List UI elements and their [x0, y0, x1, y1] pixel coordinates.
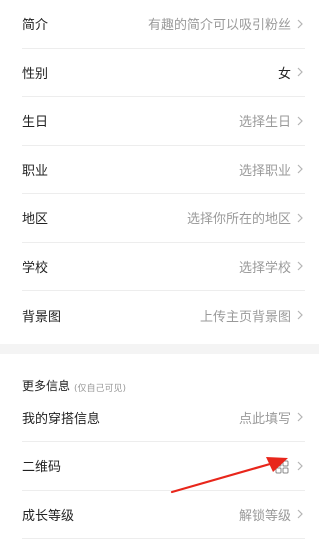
row-background-value: 上传主页背景图 — [200, 306, 291, 325]
row-intro-value: 有趣的简介可以吸引粉丝 — [148, 14, 291, 33]
row-school-value: 选择学校 — [239, 257, 291, 276]
row-background-label: 背景图 — [22, 306, 61, 325]
row-birthday-value: 选择生日 — [239, 111, 291, 130]
row-growth-level-label: 成长等级 — [22, 505, 74, 524]
chevron-right-icon — [295, 212, 305, 224]
row-birthday-label: 生日 — [22, 111, 48, 130]
chevron-right-icon — [295, 309, 305, 321]
qr-code-icon — [275, 459, 289, 473]
row-background[interactable]: 背景图 上传主页背景图 — [22, 291, 305, 340]
row-outfit[interactable]: 我的穿搭信息 点此填写 — [22, 394, 305, 443]
row-occupation[interactable]: 职业 选择职业 — [22, 146, 305, 195]
chevron-right-icon — [295, 260, 305, 272]
row-qrcode[interactable]: 二维码 — [22, 442, 305, 491]
row-birthday[interactable]: 生日 选择生日 — [22, 97, 305, 146]
more-info-header: 更多信息 (仅自己可见) — [22, 354, 305, 394]
row-qrcode-label: 二维码 — [22, 456, 61, 475]
row-gender[interactable]: 性别 女 — [22, 49, 305, 98]
more-info-subtitle: (仅自己可见) — [74, 381, 126, 394]
chevron-right-icon — [295, 411, 305, 423]
row-region-label: 地区 — [22, 208, 48, 227]
chevron-right-icon — [295, 18, 305, 30]
more-info-section: 更多信息 (仅自己可见) 我的穿搭信息 点此填写 二维码 成长等级 解锁等级 — [0, 354, 319, 539]
chevron-right-icon — [295, 66, 305, 78]
row-intro-label: 简介 — [22, 14, 48, 33]
chevron-right-icon — [295, 163, 305, 175]
more-info-title: 更多信息 — [22, 377, 70, 394]
chevron-right-icon — [295, 508, 305, 520]
row-region-value: 选择你所在的地区 — [187, 208, 291, 227]
row-region[interactable]: 地区 选择你所在的地区 — [22, 194, 305, 243]
row-occupation-value: 选择职业 — [239, 160, 291, 179]
row-intro[interactable]: 简介 有趣的简介可以吸引粉丝 — [22, 0, 305, 49]
chevron-right-icon — [295, 460, 305, 472]
row-outfit-value: 点此填写 — [239, 408, 291, 427]
row-school[interactable]: 学校 选择学校 — [22, 243, 305, 292]
profile-section: 简介 有趣的简介可以吸引粉丝 性别 女 生日 选择生日 职业 选择职业 地区 选… — [0, 0, 319, 340]
chevron-right-icon — [295, 115, 305, 127]
row-gender-value: 女 — [278, 63, 291, 82]
row-school-label: 学校 — [22, 257, 48, 276]
row-occupation-label: 职业 — [22, 160, 48, 179]
row-growth-level[interactable]: 成长等级 解锁等级 — [22, 491, 305, 539]
row-growth-level-value: 解锁等级 — [239, 505, 291, 524]
row-outfit-label: 我的穿搭信息 — [22, 408, 100, 427]
row-gender-label: 性别 — [22, 63, 48, 82]
section-divider — [0, 344, 319, 354]
